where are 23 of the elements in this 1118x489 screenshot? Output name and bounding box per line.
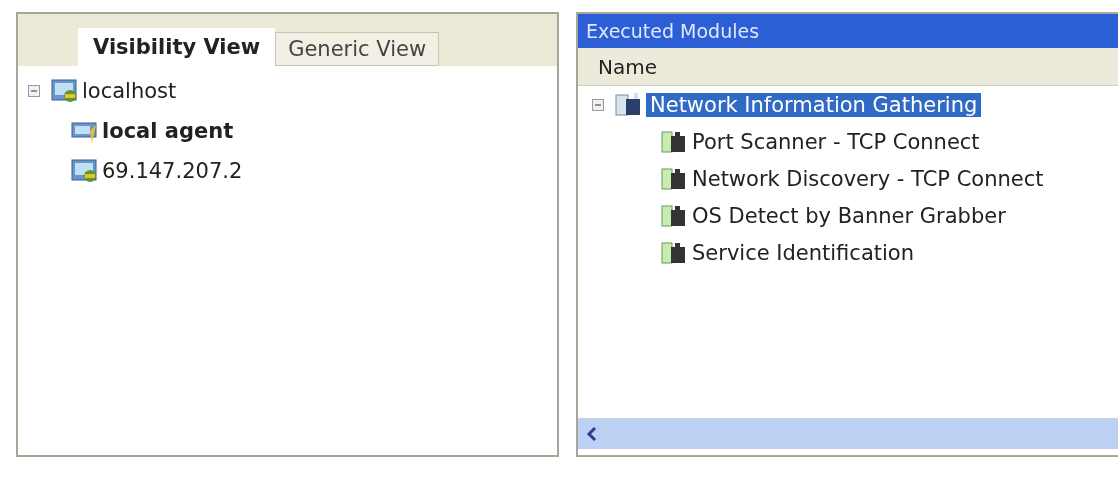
scroll-left-icon[interactable]	[586, 426, 598, 442]
module-icon	[660, 128, 688, 156]
collapse-icon[interactable]	[592, 99, 604, 111]
column-header[interactable]: Name	[598, 54, 657, 79]
tree-item[interactable]: Network Discovery - TCP Connect	[692, 167, 1044, 191]
module-icon	[660, 202, 688, 230]
tree-item[interactable]: Port Scanner - TCP Connect	[692, 130, 980, 154]
computer-icon	[50, 77, 78, 105]
tab[interactable]: Visibility View	[78, 28, 276, 66]
horizontal-scrollbar[interactable]	[578, 418, 1118, 449]
collapse-icon[interactable]	[28, 85, 40, 97]
tree-item[interactable]: localhost	[82, 79, 177, 103]
module-icon	[660, 239, 688, 267]
panel-title: Executed Modules	[578, 14, 1118, 48]
module-folder-icon	[614, 91, 642, 119]
tree-item[interactable]: local agent	[102, 119, 234, 143]
tree-item[interactable]: 69.147.207.2	[102, 159, 243, 183]
tab[interactable]: Generic View	[275, 32, 440, 66]
module-icon	[660, 165, 688, 193]
computer-icon	[70, 157, 98, 185]
tree-item[interactable]: OS Detect by Banner Grabber	[692, 204, 1006, 228]
tree-item[interactable]: Network Information Gathering	[646, 93, 982, 117]
tree-item[interactable]: Service Identification	[692, 241, 914, 265]
